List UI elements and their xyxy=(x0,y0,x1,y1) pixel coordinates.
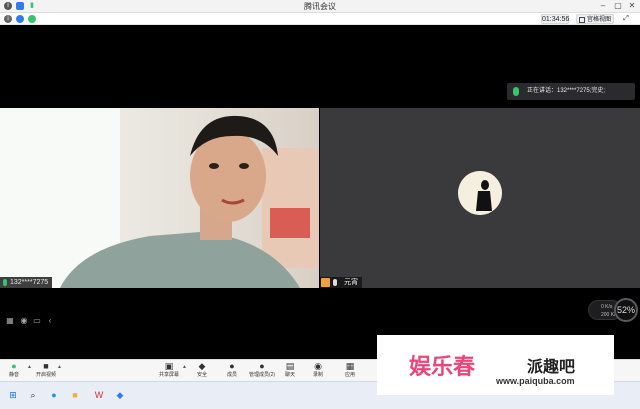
meeting-timer: 01:34:56 xyxy=(541,14,570,24)
chat-button[interactable]: ▤ 聊天 xyxy=(276,361,304,381)
apps-button[interactable]: ▦ 应用 xyxy=(336,361,364,381)
title-bar: i ▮ 腾讯会议 – ▢ ✕ xyxy=(0,0,640,13)
participant-video xyxy=(0,108,319,288)
watermark-name: 派趣吧 xyxy=(527,359,576,376)
mute-button[interactable]: ● 静音 xyxy=(0,361,28,381)
participant-name: 132****7275 xyxy=(10,279,49,286)
grid-layout-icon[interactable]: ▦ xyxy=(5,315,15,327)
chat-icon: ▤ xyxy=(285,361,295,371)
maximize-button[interactable]: ▢ xyxy=(612,0,624,12)
tencent-meeting-icon[interactable]: ◆ xyxy=(113,388,127,402)
gallery-icon[interactable]: ◉ xyxy=(19,315,29,327)
security-button[interactable]: ◆ 安全 xyxy=(188,361,216,381)
meeting-info-bar: i 01:34:56 宫格视图 ⤢ xyxy=(0,13,640,25)
watermark-logo: 娱乐春 xyxy=(409,354,476,380)
collapse-icon[interactable]: ‹ xyxy=(45,315,55,327)
minimize-button[interactable]: – xyxy=(597,0,609,12)
video-options-caret[interactable]: ▲ xyxy=(57,364,62,370)
view-switch-button[interactable]: 宫格视图 xyxy=(576,14,614,24)
speaking-text: 正在讲话：132****7275;完史; xyxy=(527,88,606,94)
participant-name-label: 元宵 xyxy=(320,277,362,288)
participant-name-label: 132****7275 xyxy=(0,277,53,288)
video-button[interactable]: ■ 开启视频 xyxy=(32,361,60,381)
start-icon[interactable]: ⊞ xyxy=(6,388,20,402)
upload-speed: 0 K/s xyxy=(601,304,613,310)
avatar xyxy=(458,171,502,215)
watermark-url: www.paiquba.com xyxy=(496,376,575,386)
screen-share-icon: ▣ xyxy=(164,361,174,371)
share-options-caret[interactable]: ▲ xyxy=(182,364,187,370)
shield-icon: ◆ xyxy=(198,361,206,371)
record-icon: ◉ xyxy=(314,361,322,371)
wps-icon[interactable]: W xyxy=(92,388,106,402)
screen-share-button[interactable]: ▣ 共享屏幕 xyxy=(155,361,183,381)
window-title: 腾讯会议 xyxy=(304,2,336,11)
participant-name: 元宵 xyxy=(344,279,358,286)
mic-icon xyxy=(333,279,337,286)
meeting-info-icon[interactable]: i xyxy=(4,15,12,23)
mic-icon: ● xyxy=(11,361,17,371)
speaking-indicator: 正在讲话：132****7275;完史; xyxy=(507,83,635,100)
file-explorer-icon[interactable]: ■ xyxy=(68,388,82,402)
participant-video-tile[interactable]: 132****7275 xyxy=(0,108,319,288)
record-button[interactable]: ◉ 录制 xyxy=(304,361,332,381)
fullscreen-button[interactable]: ⤢ xyxy=(620,14,632,24)
camera-icon: ■ xyxy=(43,361,49,371)
security-icon[interactable] xyxy=(16,15,24,23)
avatar-image xyxy=(458,171,502,215)
mic-icon xyxy=(513,87,519,96)
network-quality-percent: 52% xyxy=(614,298,638,322)
network-stats[interactable]: 0 K/s 200 K/s 52% xyxy=(588,298,638,322)
mic-active-icon xyxy=(3,279,7,286)
avatar-icon xyxy=(321,278,330,287)
search-icon[interactable]: ⌕ xyxy=(26,388,40,402)
grid-view-icon xyxy=(579,17,585,23)
manage-members-button[interactable]: ● 管理成员(2) xyxy=(246,361,278,381)
watermark: 娱乐春 派趣吧 www.paiquba.com xyxy=(377,335,614,395)
view-switch-label: 宫格视图 xyxy=(587,17,612,23)
edge-icon[interactable]: ● xyxy=(47,388,61,402)
manage-members-icon: ● xyxy=(259,361,265,371)
speaker-view-icon[interactable]: ▭ xyxy=(32,315,42,327)
close-button[interactable]: ✕ xyxy=(626,0,638,12)
network-signal-icon[interactable] xyxy=(28,15,36,23)
apps-icon: ▦ xyxy=(345,361,355,371)
layout-tools: ▦ ◉ ▭ ‹ xyxy=(5,315,55,327)
members-button[interactable]: ● 成员 xyxy=(218,361,246,381)
members-icon: ● xyxy=(229,361,235,371)
